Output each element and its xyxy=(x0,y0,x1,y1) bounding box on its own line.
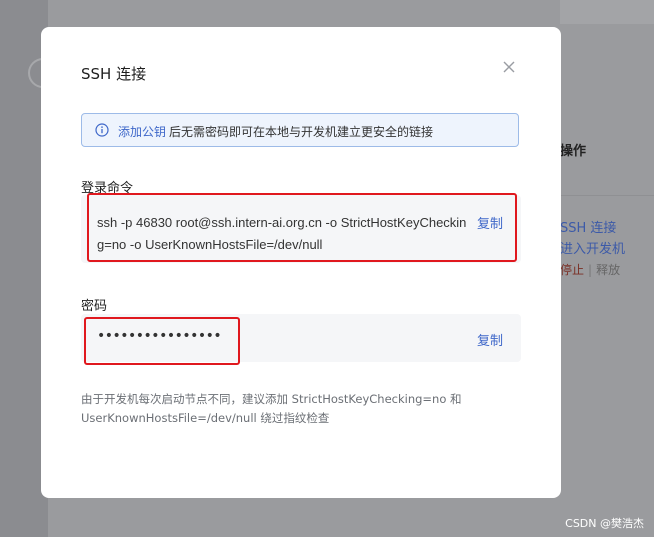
stop-link[interactable]: 停止 xyxy=(560,263,584,277)
info-text: 后无需密码即可在本地与开发机建立更安全的链接 xyxy=(169,125,434,139)
modal-title: SSH 连接 xyxy=(81,65,147,83)
password-label: 密码 xyxy=(81,299,108,314)
login-command-label: 登录命令 xyxy=(81,181,134,196)
table-divider xyxy=(560,195,654,196)
ssh-connect-link[interactable]: SSH 连接 xyxy=(560,217,616,236)
close-button[interactable] xyxy=(499,57,519,77)
ssh-connect-modal: SSH 连接 添加公钥 后无需密码即可在本地与开发机建立更安全的链接 登录命令 … xyxy=(41,27,561,498)
ops-column-header: 操作 xyxy=(560,144,587,159)
info-banner: 添加公钥 后无需密码即可在本地与开发机建立更安全的链接 xyxy=(81,113,519,147)
info-icon xyxy=(95,123,109,137)
background-header-band xyxy=(560,0,654,24)
login-command-text: ssh -p 46830 root@ssh.intern-ai.org.cn -… xyxy=(97,215,467,252)
row-actions: 停止 | 释放 xyxy=(560,261,620,278)
close-icon xyxy=(503,61,515,73)
hint-text: 由于开发机每次启动节点不同，建议添加 StrictHostKeyChecking… xyxy=(81,392,462,425)
watermark: CSDN @樊浩杰 xyxy=(565,517,644,530)
release-link[interactable]: 释放 xyxy=(596,263,620,277)
password-text: •••••••••••••••• xyxy=(97,328,222,344)
login-command-field: ssh -p 46830 root@ssh.intern-ai.org.cn -… xyxy=(81,195,521,263)
copy-password-button[interactable]: 复制 xyxy=(477,330,503,349)
enter-dev-machine-link[interactable]: 进入开发机 xyxy=(560,238,625,257)
add-public-key-link[interactable]: 添加公钥 xyxy=(118,123,166,140)
action-separator: | xyxy=(588,263,593,277)
password-field: •••••••••••••••• 复制 xyxy=(81,314,521,362)
copy-command-button[interactable]: 复制 xyxy=(477,213,503,232)
